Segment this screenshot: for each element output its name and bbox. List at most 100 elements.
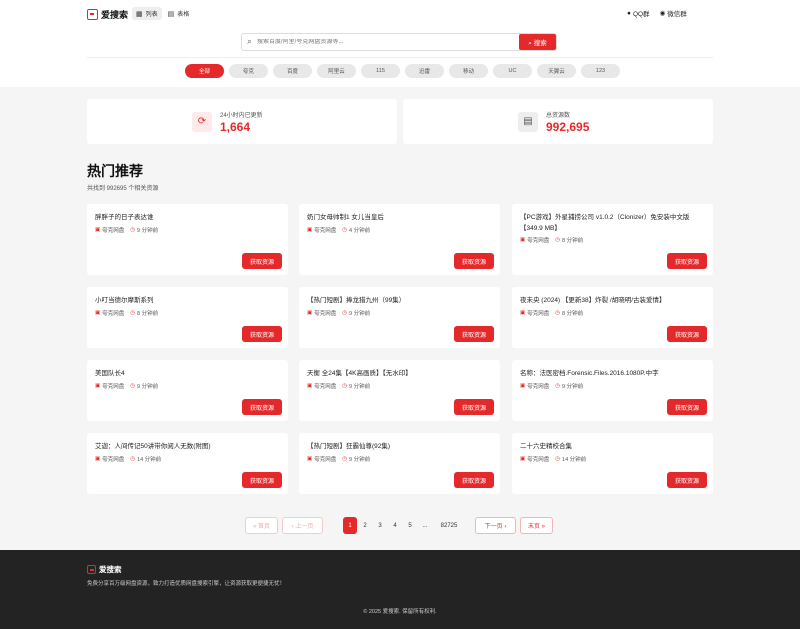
category-tab[interactable]: 迅雷 [405,64,444,78]
card-title[interactable]: 天衡 全24集【4K高画质】【无水印】 [307,368,487,379]
card-meta: ▣ 夸克网盘 ◷ 14 分钟前 [95,455,161,463]
category-tab[interactable]: 123 [581,64,620,78]
get-resource-button[interactable]: 获取资源 [242,253,282,269]
disk-icon: ▣ [520,383,526,389]
disk-icon: ▣ [95,227,101,233]
card-meta: ▣ 夸克网盘 ◷ 14 分钟前 [520,455,586,463]
card-disk: 夸克网盘 [527,384,550,390]
category-tab[interactable]: 天翼云 [537,64,576,78]
stat-updated-label: 24小时内已更新 [220,112,263,119]
category-tab[interactable]: 全部 [185,64,224,78]
footer-copyright: © 2025 爱搜索. 保留所有权利. [363,609,437,615]
prev-page-button[interactable]: ‹ 上一页 [282,517,323,534]
category-tabs: 全部 夸克 百度 阿里云 115 迅雷 移动 UC 天翼云 123 [185,64,620,78]
stat-total: ▤ 总资源数 992,695 [403,99,713,144]
card-title[interactable]: 胖胖子的日子表达谁 [95,212,275,223]
resource-card[interactable]: 胖胖子的日子表达谁 ▣ 夸克网盘 ◷ 9 分钟前 获取资源 [87,204,288,275]
wechat-group-link[interactable]: ◉ 微信群 [660,8,687,18]
get-resource-button[interactable]: 获取资源 [667,253,707,269]
get-resource-button[interactable]: 获取资源 [667,399,707,415]
disk-icon: ▣ [307,227,313,233]
get-resource-button[interactable]: 获取资源 [454,326,494,342]
card-time: 9 分钟前 [349,384,371,390]
disk-icon: ▣ [307,456,313,462]
card-title[interactable]: 夜未央 (2024) 【更新38】炸裂 /胡晓明/古装爱情】 [520,295,700,306]
stat-updated-value: 1,664 [220,119,251,134]
resource-card[interactable]: 二十六史精校合集 ▣ 夸克网盘 ◷ 14 分钟前 获取资源 [512,433,713,494]
card-meta: ▣ 夸克网盘 ◷ 8 分钟前 [95,309,158,317]
category-tab[interactable]: UC [493,64,532,78]
resource-card[interactable]: 名称：法医密档.Forensic.Files.2016.1080P.中字 ▣ 夸克… [512,360,713,421]
footer-logo: 爱搜索 [87,564,122,575]
category-tab[interactable]: 百度 [273,64,312,78]
disk-icon: ▣ [520,456,526,462]
resource-card[interactable]: 小叮当德尔摩斯系列 ▣ 夸克网盘 ◷ 8 分钟前 获取资源 [87,287,288,348]
last-page-button[interactable]: 末页 » [520,517,553,534]
clock-icon: ◷ [342,310,348,316]
card-title[interactable]: 【PC游戏】外星捕捞公司 v1.0.2（Clonizer）免安装中文版【349.… [520,212,700,234]
search-bar: ⌕ ⌕ 搜索 [241,33,557,51]
stat-total-value: 992,695 [546,119,590,134]
clock-icon: ◷ [342,456,348,462]
clock-icon: ◷ [342,227,348,233]
card-disk: 夸克网盘 [102,384,125,390]
card-title[interactable]: 【热门短剧】狂霸仙尊(92集) [307,441,487,452]
get-resource-button[interactable]: 获取资源 [242,472,282,488]
card-disk: 夸克网盘 [102,228,125,234]
grid-icon: ▦ [136,10,143,18]
search-input[interactable] [257,39,519,45]
page-number[interactable]: 4 [388,517,402,534]
card-title[interactable]: 名称：法医密档.Forensic.Files.2016.1080P.中字 [520,368,700,379]
card-title[interactable]: 小叮当德尔摩斯系列 [95,295,275,306]
section-title: 热门推荐 [87,163,143,179]
card-meta: ▣ 夸克网盘 ◷ 8 分钟前 [520,309,583,317]
resource-card[interactable]: 奶门女母帅制1 女儿当皇后 ▣ 夸克网盘 ◷ 4 分钟前 获取资源 [299,204,500,275]
logo-icon [87,9,98,20]
card-title[interactable]: 美国队长4 [95,368,275,379]
resource-card[interactable]: 【热门短剧】狂霸仙尊(92集) ▣ 夸克网盘 ◷ 9 分钟前 获取资源 [299,433,500,494]
get-resource-button[interactable]: 获取资源 [667,472,707,488]
get-resource-button[interactable]: 获取资源 [242,326,282,342]
first-page-button[interactable]: « 首页 [245,517,278,534]
last-page-number[interactable]: 82725 [435,517,463,534]
page-number[interactable]: 1 [343,517,357,534]
category-tab[interactable]: 115 [361,64,400,78]
database-icon: ▤ [518,111,538,132]
pagination: « 首页 ‹ 上一页 1 2 3 4 5 ... 82725 下一页 › 末页 … [245,517,553,534]
site-logo[interactable]: 爱搜索 [87,8,128,21]
next-page-button[interactable]: 下一页 › [475,517,516,534]
view-list-button[interactable]: ▦ 列表 [132,7,162,20]
category-tab[interactable]: 夸克 [229,64,268,78]
disk-icon: ▣ [95,310,101,316]
get-resource-button[interactable]: 获取资源 [454,253,494,269]
card-title[interactable]: 艾迦：人间传记50讲带你阅人无数(附图) [95,441,275,452]
card-disk: 夸克网盘 [527,238,550,244]
resource-card[interactable]: 【PC游戏】外星捕捞公司 v1.0.2（Clonizer）免安装中文版【349.… [512,204,713,275]
view-table-button[interactable]: ▤ 表格 [164,7,194,20]
resource-card[interactable]: 【热门短剧】捧龙猎九州（99集） ▣ 夸克网盘 ◷ 9 分钟前 获取资源 [299,287,500,348]
page-number[interactable]: 5 [403,517,417,534]
qq-group-link[interactable]: ● QQ群 [627,8,650,19]
disk-icon: ▣ [520,237,526,243]
card-meta: ▣ 夸克网盘 ◷ 9 分钟前 [95,226,158,234]
card-title[interactable]: 奶门女母帅制1 女儿当皇后 [307,212,487,223]
resource-card[interactable]: 夜未央 (2024) 【更新38】炸裂 /胡晓明/古装爱情】 ▣ 夸克网盘 ◷ 8 分… [512,287,713,348]
category-tab[interactable]: 阿里云 [317,64,356,78]
page-number[interactable]: 3 [373,517,387,534]
search-button[interactable]: ⌕ 搜索 [519,34,556,50]
get-resource-button[interactable]: 获取资源 [454,399,494,415]
card-title[interactable]: 【热门短剧】捧龙猎九州（99集） [307,295,487,306]
footer: 爱搜索 免费分享百万级网盘资源，致力打造优质网盘搜索引擎，让资源获取更便捷无忧！… [0,550,800,629]
resource-card[interactable]: 美国队长4 ▣ 夸克网盘 ◷ 9 分钟前 获取资源 [87,360,288,421]
card-title[interactable]: 二十六史精校合集 [520,441,700,452]
get-resource-button[interactable]: 获取资源 [454,472,494,488]
page-number[interactable]: 2 [358,517,372,534]
header-links: ● QQ群 ◉ 微信群 [627,8,687,19]
get-resource-button[interactable]: 获取资源 [667,326,707,342]
get-resource-button[interactable]: 获取资源 [242,399,282,415]
category-tab[interactable]: 移动 [449,64,488,78]
resource-card[interactable]: 艾迦：人间传记50讲带你阅人无数(附图) ▣ 夸克网盘 ◷ 14 分钟前 获取资源 [87,433,288,494]
resource-card[interactable]: 天衡 全24集【4K高画质】【无水印】 ▣ 夸克网盘 ◷ 9 分钟前 获取资源 [299,360,500,421]
card-time: 4 分钟前 [349,228,371,234]
card-meta: ▣ 夸克网盘 ◷ 8 分钟前 [520,236,583,244]
